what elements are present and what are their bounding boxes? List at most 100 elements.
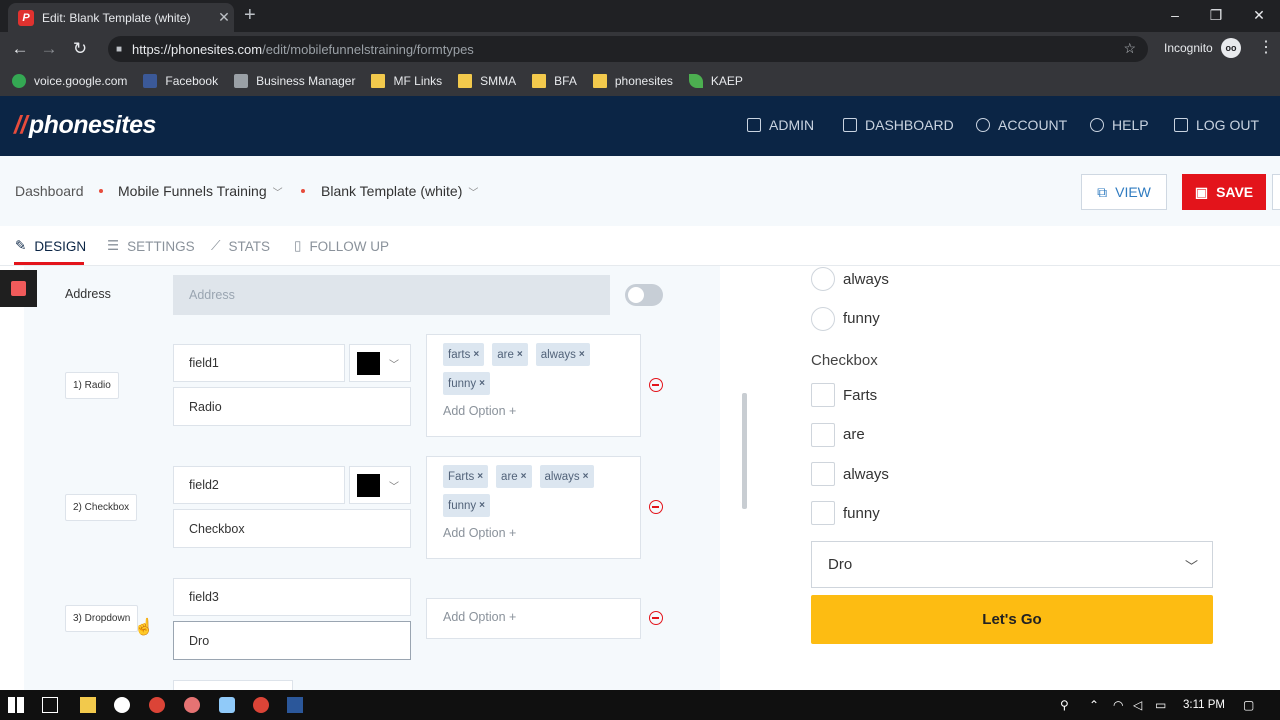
- bookmark-mf-links[interactable]: MF Links: [371, 74, 442, 88]
- option-chip[interactable]: are ×: [496, 465, 532, 488]
- bookmark-voice[interactable]: voice.google.com: [12, 74, 127, 88]
- nav-dashboard[interactable]: DASHBOARD: [843, 117, 954, 133]
- view-button[interactable]: ⧉ VIEW: [1081, 174, 1167, 210]
- radio-button[interactable]: [811, 307, 835, 331]
- bookmark-bfa[interactable]: BFA: [532, 74, 577, 88]
- add-option-button[interactable]: Add Option +: [443, 526, 624, 540]
- option-chip[interactable]: are ×: [492, 343, 528, 366]
- browser-tab[interactable]: P Edit: Blank Template (white) ✕: [8, 3, 234, 32]
- field-label-input[interactable]: Radio: [173, 387, 411, 426]
- incognito-icon[interactable]: oo: [1221, 38, 1241, 58]
- folder-icon: [532, 74, 547, 88]
- facebook-icon: [143, 74, 158, 88]
- tab-stats[interactable]: ⟋ STATS: [211, 238, 270, 254]
- remove-field-icon[interactable]: [649, 378, 663, 392]
- field-label-input[interactable]: Dro: [173, 621, 411, 660]
- nav-account[interactable]: ACCOUNT: [976, 117, 1067, 133]
- more-button[interactable]: [1272, 174, 1280, 210]
- reload-icon[interactable]: ↻: [69, 38, 91, 60]
- chrome-icon[interactable]: [149, 697, 165, 713]
- remove-chip-icon: ×: [473, 349, 480, 360]
- wifi-icon[interactable]: ◠: [1113, 698, 1123, 712]
- nav-logout[interactable]: LOG OUT: [1174, 117, 1259, 133]
- bookmark-facebook[interactable]: Facebook: [143, 74, 218, 88]
- remove-chip-icon: ×: [477, 471, 484, 482]
- bookmark-star-icon[interactable]: ☆: [1123, 40, 1136, 57]
- address-toggle[interactable]: [625, 284, 663, 306]
- field-name-input[interactable]: field2: [173, 466, 345, 504]
- tab-follow-up[interactable]: ▯ FOLLOW UP: [294, 238, 389, 254]
- tab-design[interactable]: ✎ DESIGN: [15, 238, 86, 254]
- chevron-down-icon: ﹀: [272, 188, 283, 199]
- crumb-dashboard[interactable]: Dashboard: [15, 183, 84, 199]
- volume-icon[interactable]: ◁: [1133, 698, 1142, 712]
- checkbox[interactable]: [811, 501, 835, 525]
- word-icon[interactable]: [287, 697, 303, 713]
- chevron-down-icon: ﹀: [389, 481, 399, 493]
- maximize-button[interactable]: ❐: [1196, 3, 1236, 27]
- url-path: /edit/mobilefunnelstraining/formtypes: [262, 41, 474, 57]
- add-option-button[interactable]: Add Option +: [443, 610, 624, 624]
- notifications-icon[interactable]: ▢: [1243, 698, 1254, 712]
- bookmark-kaep[interactable]: KAEP: [688, 74, 743, 88]
- nav-help[interactable]: HELP: [1090, 117, 1149, 133]
- field-name-input[interactable]: field1: [173, 344, 345, 382]
- address-input[interactable]: Address: [173, 275, 610, 315]
- minimize-button[interactable]: –: [1155, 3, 1195, 27]
- forward-icon[interactable]: →: [38, 38, 60, 60]
- add-option-button[interactable]: Add Option +: [443, 404, 624, 418]
- chevron-up-icon[interactable]: ⌃: [1089, 698, 1099, 712]
- checkbox[interactable]: [811, 383, 835, 407]
- address-bar[interactable]: ■ https://phonesites.com/edit/mobilefunn…: [108, 36, 1148, 62]
- remove-chip-icon: ×: [582, 471, 589, 482]
- checkbox[interactable]: [811, 462, 835, 486]
- option-chip[interactable]: always ×: [539, 465, 594, 488]
- app-icon[interactable]: [184, 697, 200, 713]
- crumb-project[interactable]: Mobile Funnels Training ﹀: [118, 183, 283, 199]
- checkbox[interactable]: [811, 423, 835, 447]
- field-name-input[interactable]: field3: [173, 578, 411, 616]
- color-picker[interactable]: ﹀: [349, 344, 411, 382]
- bookmark-smma[interactable]: SMMA: [458, 74, 516, 88]
- people-icon[interactable]: ⚲: [1060, 698, 1069, 712]
- crumb-page[interactable]: Blank Template (white) ﹀: [321, 183, 478, 199]
- nav-admin[interactable]: ADMIN: [747, 117, 814, 133]
- back-icon[interactable]: ←: [9, 38, 31, 60]
- taskbar-clock[interactable]: 3:11 PM: [1183, 699, 1225, 711]
- option-chip[interactable]: Farts ×: [443, 465, 489, 488]
- option-chip[interactable]: farts ×: [443, 343, 485, 366]
- folder-icon: [371, 74, 386, 88]
- bookmark-business-manager[interactable]: Business Manager: [234, 74, 355, 88]
- submit-button[interactable]: Let's Go: [811, 595, 1213, 644]
- task-view-icon[interactable]: [42, 697, 58, 713]
- tab-settings[interactable]: ☰ SETTINGS: [107, 238, 195, 254]
- radio-button[interactable]: [811, 267, 835, 291]
- bookmark-phonesites[interactable]: phonesites: [592, 74, 673, 88]
- google-voice-icon: [12, 74, 26, 88]
- field-label-input[interactable]: Checkbox: [173, 509, 411, 548]
- phonesites-logo[interactable]: //phonesites: [14, 111, 156, 140]
- option-chip[interactable]: funny ×: [443, 494, 490, 517]
- admin-icon: [747, 118, 761, 132]
- app-icon[interactable]: [114, 697, 130, 713]
- leaf-icon: [688, 74, 703, 88]
- start-icon[interactable]: [8, 697, 24, 713]
- chevron-down-icon: ﹀: [1184, 559, 1198, 574]
- option-chip[interactable]: funny ×: [443, 372, 490, 395]
- document-icon: ▯: [294, 238, 302, 253]
- save-button[interactable]: ▣ SAVE: [1182, 174, 1266, 210]
- battery-icon[interactable]: ▭: [1155, 698, 1166, 712]
- checkbox-option-label: Farts: [843, 387, 878, 404]
- browser-menu-icon[interactable]: ⋮: [1258, 40, 1274, 56]
- chrome-icon[interactable]: [253, 697, 269, 713]
- file-explorer-icon[interactable]: [80, 697, 96, 713]
- tab-close-icon[interactable]: ✕: [214, 9, 234, 26]
- remove-field-icon[interactable]: [649, 500, 663, 514]
- close-window-button[interactable]: ✕: [1239, 3, 1279, 27]
- preview-dropdown[interactable]: Dro ﹀: [811, 541, 1213, 588]
- app-icon[interactable]: [219, 697, 235, 713]
- remove-field-icon[interactable]: [649, 611, 663, 625]
- new-tab-button[interactable]: +: [244, 5, 256, 25]
- option-chip[interactable]: always ×: [535, 343, 590, 366]
- color-picker[interactable]: ﹀: [349, 466, 411, 504]
